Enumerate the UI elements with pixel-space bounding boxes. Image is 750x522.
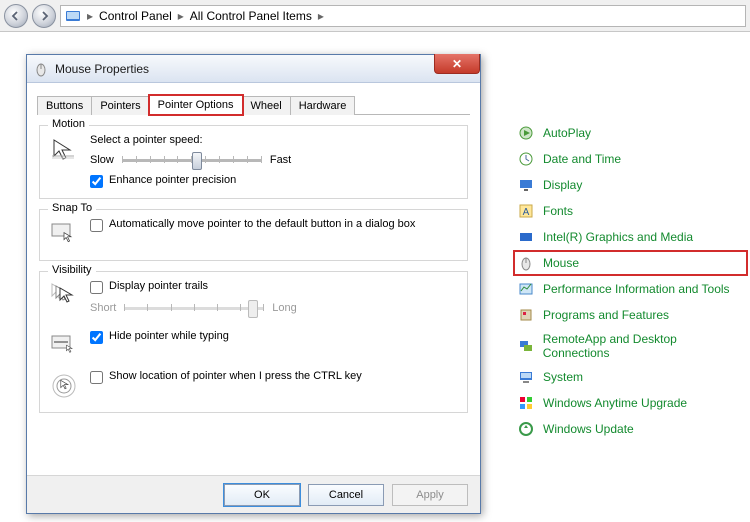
hide-while-typing-checkbox[interactable]: Hide pointer while typing [90, 330, 459, 344]
cp-item-label: Date and Time [543, 152, 621, 166]
hide-pointer-icon [48, 330, 80, 362]
breadcrumb-toolbar: ▸ Control Panel ▸ All Control Panel Item… [0, 0, 750, 32]
ctrl-locate-icon [48, 370, 80, 402]
autoplay-icon [517, 124, 535, 142]
snap-legend: Snap To [48, 202, 96, 214]
cancel-button[interactable]: Cancel [308, 484, 384, 506]
programs-icon [517, 306, 535, 324]
dialog-tabs: Buttons Pointers Pointer Options Wheel H… [37, 91, 470, 115]
cp-item-label: Programs and Features [543, 308, 669, 322]
nav-forward-button[interactable] [32, 4, 56, 28]
cp-item-remoteapp[interactable]: RemoteApp and Desktop Connections [513, 328, 748, 364]
cp-item-label: Windows Update [543, 422, 634, 436]
cp-item-programs[interactable]: Programs and Features [513, 302, 748, 328]
visibility-legend: Visibility [48, 264, 96, 276]
dialog-button-bar: OK Cancel Apply [27, 475, 480, 513]
cp-item-mouse[interactable]: Mouse [513, 250, 748, 276]
cp-item-performance[interactable]: Performance Information and Tools [513, 276, 748, 302]
dialog-title: Mouse Properties [55, 62, 149, 76]
visibility-group: Visibility Display pointer trails Short [39, 271, 468, 413]
snap-to-group: Snap To Automatically move pointer to th… [39, 209, 468, 261]
cp-item-system[interactable]: System [513, 364, 748, 390]
cursor-speed-icon [48, 134, 80, 166]
system-icon [517, 368, 535, 386]
pointer-trails-checkbox[interactable]: Display pointer trails [90, 280, 459, 294]
cp-item-date-time[interactable]: Date and Time [513, 146, 748, 172]
auto-move-checkbox[interactable]: Automatically move pointer to the defaul… [90, 218, 459, 232]
dialog-titlebar[interactable]: Mouse Properties ✕ [27, 55, 480, 83]
windows-update-icon [517, 420, 535, 438]
motion-group: Motion Select a pointer speed: Slow [39, 125, 468, 199]
snap-to-icon [48, 218, 80, 250]
cp-item-fonts[interactable]: A Fonts [513, 198, 748, 224]
ok-button[interactable]: OK [224, 484, 300, 506]
cp-item-display[interactable]: Display [513, 172, 748, 198]
mouse-icon [33, 61, 49, 77]
remoteapp-icon [517, 337, 535, 355]
windows-upgrade-icon [517, 394, 535, 412]
close-icon: ✕ [452, 57, 462, 71]
tab-buttons[interactable]: Buttons [37, 96, 92, 115]
cp-item-label: Mouse [543, 256, 579, 270]
trails-long-label: Long [272, 302, 296, 314]
cp-item-label: Display [543, 178, 582, 192]
enhance-precision-checkbox[interactable]: Enhance pointer precision [90, 174, 459, 188]
cp-item-anytime-upgrade[interactable]: Windows Anytime Upgrade [513, 390, 748, 416]
control-panel-items-list: AutoPlay Date and Time Display A Fonts In… [513, 120, 748, 442]
control-panel-icon [65, 8, 81, 24]
mouse-icon [517, 254, 535, 272]
cp-item-windows-update[interactable]: Windows Update [513, 416, 748, 442]
breadcrumb-root[interactable]: Control Panel [99, 9, 172, 23]
cp-item-label: Intel(R) Graphics and Media [543, 230, 693, 244]
motion-legend: Motion [48, 118, 89, 130]
tab-pointers[interactable]: Pointers [91, 96, 149, 115]
intel-icon [517, 228, 535, 246]
apply-button: Apply [392, 484, 468, 506]
fonts-icon: A [517, 202, 535, 220]
trails-short-label: Short [90, 302, 116, 314]
cp-item-label: Performance Information and Tools [543, 282, 730, 296]
cp-item-label: System [543, 370, 583, 384]
cp-item-label: Windows Anytime Upgrade [543, 396, 687, 410]
chevron-right-icon: ▸ [176, 9, 186, 23]
pointer-speed-label: Select a pointer speed: [90, 134, 459, 146]
cp-item-intel-graphics[interactable]: Intel(R) Graphics and Media [513, 224, 748, 250]
pointer-speed-slider[interactable] [122, 150, 262, 170]
address-bar[interactable]: ▸ Control Panel ▸ All Control Panel Item… [60, 5, 746, 27]
slider-fast-label: Fast [270, 154, 291, 166]
breadcrumb-level2[interactable]: All Control Panel Items [190, 9, 312, 23]
tab-pointer-options[interactable]: Pointer Options [149, 95, 243, 115]
tab-hardware[interactable]: Hardware [290, 96, 356, 115]
chevron-right-icon: ▸ [85, 9, 95, 23]
nav-back-button[interactable] [4, 4, 28, 28]
show-ctrl-location-checkbox[interactable]: Show location of pointer when I press th… [90, 370, 459, 384]
chevron-right-icon: ▸ [316, 9, 326, 23]
display-icon [517, 176, 535, 194]
cp-item-label: Fonts [543, 204, 573, 218]
svg-text:A: A [523, 207, 530, 218]
cp-item-label: RemoteApp and Desktop Connections [543, 332, 744, 360]
pointer-trails-slider [124, 298, 264, 318]
close-button[interactable]: ✕ [434, 54, 480, 74]
performance-icon [517, 280, 535, 298]
mouse-properties-dialog: Mouse Properties ✕ Buttons Pointers Poin… [26, 54, 481, 514]
cp-item-label: AutoPlay [543, 126, 591, 140]
cp-item-autoplay[interactable]: AutoPlay [513, 120, 748, 146]
clock-icon [517, 150, 535, 168]
slider-slow-label: Slow [90, 154, 114, 166]
pointer-trails-icon [48, 280, 80, 312]
tab-wheel[interactable]: Wheel [242, 96, 291, 115]
